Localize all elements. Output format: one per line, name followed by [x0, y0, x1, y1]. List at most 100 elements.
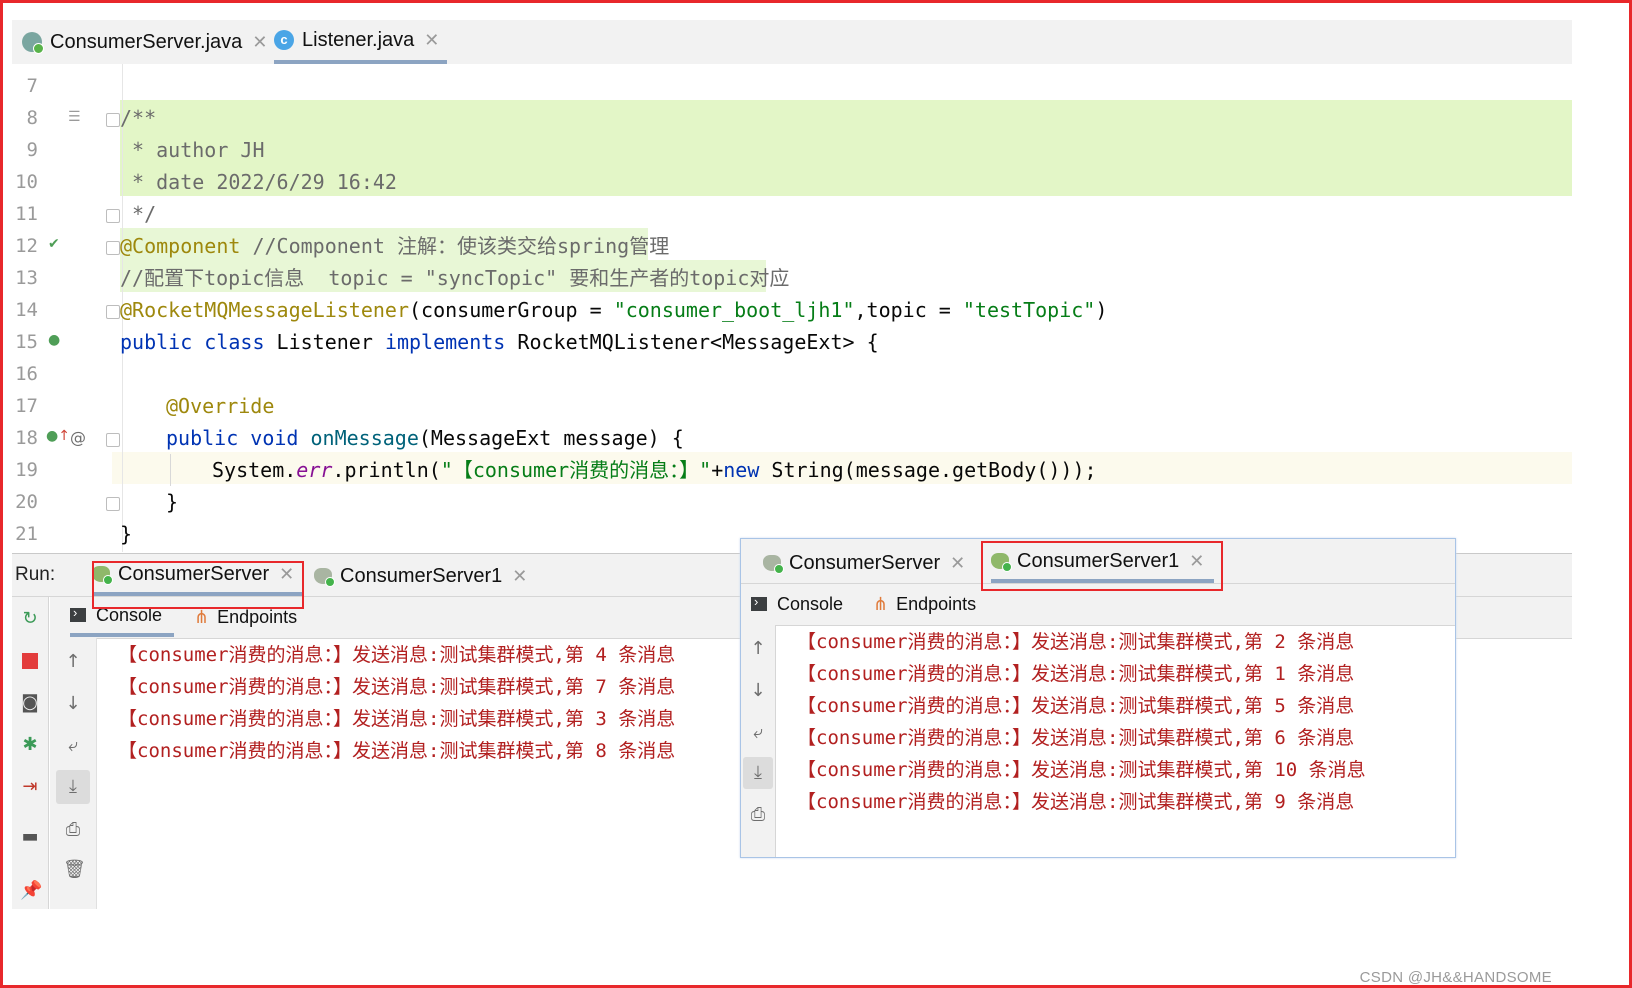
popup-tab-label: ConsumerServer [789, 551, 941, 574]
rerun-icon[interactable]: ↻ [20, 609, 40, 629]
layout-icon[interactable]: ▬ [20, 827, 40, 847]
fold-icon[interactable] [106, 241, 120, 255]
code-text: @Component //Component 注解：使该类交给spring管理 [120, 230, 669, 262]
down-arrow-icon[interactable]: ↓ [63, 694, 83, 714]
fold-icon[interactable] [106, 209, 120, 223]
code-token: + [711, 458, 724, 482]
spring-boot-icon [763, 555, 784, 574]
code-text: public void onMessage(MessageExt message… [166, 422, 684, 454]
code-line: 7 [12, 70, 1572, 102]
exit-icon[interactable]: ⇥ [20, 777, 40, 797]
close-icon[interactable]: ✕ [512, 566, 527, 587]
indent-guide [170, 454, 171, 486]
close-icon[interactable]: ✕ [252, 32, 267, 53]
code-editor[interactable]: 7 8 ☰ /** 9 * author JH 10 * date 2022/6… [12, 64, 1572, 552]
line-number: 7 [26, 75, 38, 97]
code-token: RocketMQListener<MessageExt> { [505, 330, 879, 354]
console-label: Console [96, 604, 163, 625]
print-icon[interactable]: ⎙ [748, 805, 768, 825]
tab-endpoints[interactable]: ⋔ Endpoints [194, 597, 297, 637]
keyword: implements [384, 330, 506, 354]
down-arrow-icon[interactable]: ↓ [748, 681, 768, 701]
annotation: @RocketMQMessageListener [120, 298, 409, 322]
popup-subtab-bar: Console ⋔ Endpoints [741, 584, 1455, 626]
string-literal: "【consumer消费的消息：】" [440, 458, 712, 482]
pin-icon[interactable]: 📌 [20, 881, 42, 901]
camera-icon[interactable]: ◙ [20, 693, 40, 713]
comment: //配置下topic信息 topic = "syncTopic" 要和生产者的t… [120, 266, 790, 290]
close-icon[interactable]: ✕ [424, 30, 439, 51]
comment: //Component 注解：使该类交给spring管理 [240, 234, 670, 258]
implements-method-icon[interactable]: ●↑ [46, 428, 70, 444]
close-icon[interactable]: ✕ [1189, 551, 1204, 572]
soft-wrap-icon[interactable]: ⤶ [748, 723, 768, 743]
run-tab-consumerserver1[interactable]: ConsumerServer1 ✕ [314, 556, 527, 596]
fold-icon[interactable] [106, 305, 120, 319]
code-text: /** [120, 106, 157, 130]
scroll-to-end-icon[interactable]: ⤓ [743, 757, 773, 789]
fold-icon[interactable] [106, 113, 120, 127]
keyword: public [120, 330, 193, 354]
endpoints-icon: ⋔ [194, 606, 210, 627]
tab-label: Listener.java [302, 28, 415, 51]
code-line: 9 * author JH [12, 134, 1572, 166]
code-token: (MessageExt message) { [418, 426, 684, 450]
run-tab-consumerserver[interactable]: ConsumerServer ✕ [92, 556, 303, 596]
tab-consumerserver-java[interactable]: ConsumerServer.java ✕ [22, 20, 267, 64]
up-arrow-icon[interactable]: ↑ [748, 639, 768, 659]
console-line: 【consumer消费的消息：】发送消息:测试集群模式,第 3 条消息 [118, 708, 676, 730]
console-line: 【consumer消费的消息：】发送消息:测试集群模式,第 6 条消息 [797, 727, 1355, 749]
console-line: 【consumer消费的消息：】发送消息:测试集群模式,第 8 条消息 [118, 740, 676, 762]
annotation: @Override [166, 394, 275, 418]
fold-icon[interactable] [106, 433, 120, 447]
close-icon[interactable]: ✕ [279, 564, 294, 585]
code-text: System.err.println("【consumer消费的消息：】"+ne… [212, 454, 1097, 486]
soft-wrap-icon[interactable]: ⤶ [63, 736, 83, 756]
class-icon: c [274, 30, 294, 50]
code-token: System. [212, 458, 297, 482]
code-line: 13 //配置下topic信息 topic = "syncTopic" 要和生产… [12, 262, 1572, 294]
popup-tab-console[interactable]: Console [751, 584, 843, 624]
keyword: class [204, 330, 265, 354]
line-number: 17 [15, 395, 38, 417]
at-annotation-icon[interactable]: @ [70, 428, 86, 447]
console-label: Console [777, 593, 844, 614]
run-label: Run: [15, 564, 56, 585]
spring-bean-icon[interactable]: ✔ [48, 236, 60, 252]
endpoints-icon: ⋔ [873, 593, 889, 614]
code-text: */ [120, 202, 157, 226]
scroll-to-end-icon[interactable]: ⤓ [56, 770, 90, 804]
tab-console[interactable]: Console [70, 597, 175, 637]
popup-tab-endpoints[interactable]: ⋔ Endpoints [873, 584, 976, 624]
stop-icon[interactable] [20, 651, 40, 671]
structure-icon[interactable]: ☰ [68, 109, 81, 125]
code-line: 20 } [12, 486, 1572, 518]
code-text: * date 2022/6/29 16:42 [120, 170, 397, 194]
static-field: err [296, 458, 333, 482]
trash-icon[interactable]: 🗑 [63, 860, 86, 880]
code-line: 12 ✔ @Component //Component 注解：使该类交给spri… [12, 230, 1572, 262]
code-line: 14 @RocketMQMessageListener(consumerGrou… [12, 294, 1572, 326]
code-token: String(message.getBody())); [759, 458, 1097, 482]
line-number: 21 [15, 523, 38, 545]
line-number: 20 [15, 491, 38, 513]
up-arrow-icon[interactable]: ↑ [63, 652, 83, 672]
debug-icon[interactable]: ✱ [20, 735, 40, 755]
code-line: 18 ●↑ @ public void onMessage(MessageExt… [12, 422, 1572, 454]
code-token: ,topic = [854, 298, 963, 322]
watermark: CSDN @JH&&HANDSOME [1359, 969, 1552, 986]
tab-listener-java[interactable]: c Listener.java ✕ [274, 20, 448, 64]
print-icon[interactable]: ⎙ [63, 820, 83, 840]
code-line: 17 @Override [12, 390, 1572, 422]
line-number: 11 [15, 203, 38, 225]
popup-tab-consumerserver[interactable]: ConsumerServer ✕ [763, 543, 965, 583]
code-text: * author JH [120, 138, 265, 162]
popup-tab-consumerserver1[interactable]: ConsumerServer1 ✕ [991, 543, 1215, 583]
console-line: 【consumer消费的消息：】发送消息:测试集群模式,第 2 条消息 [797, 631, 1355, 653]
fold-icon[interactable] [106, 497, 120, 511]
code-token: (consumerGroup = [408, 298, 614, 322]
line-number: 12 [15, 235, 38, 257]
spring-bean-icon[interactable]: ● [48, 332, 60, 348]
close-icon[interactable]: ✕ [950, 553, 965, 574]
code-line: 11 */ [12, 198, 1572, 230]
